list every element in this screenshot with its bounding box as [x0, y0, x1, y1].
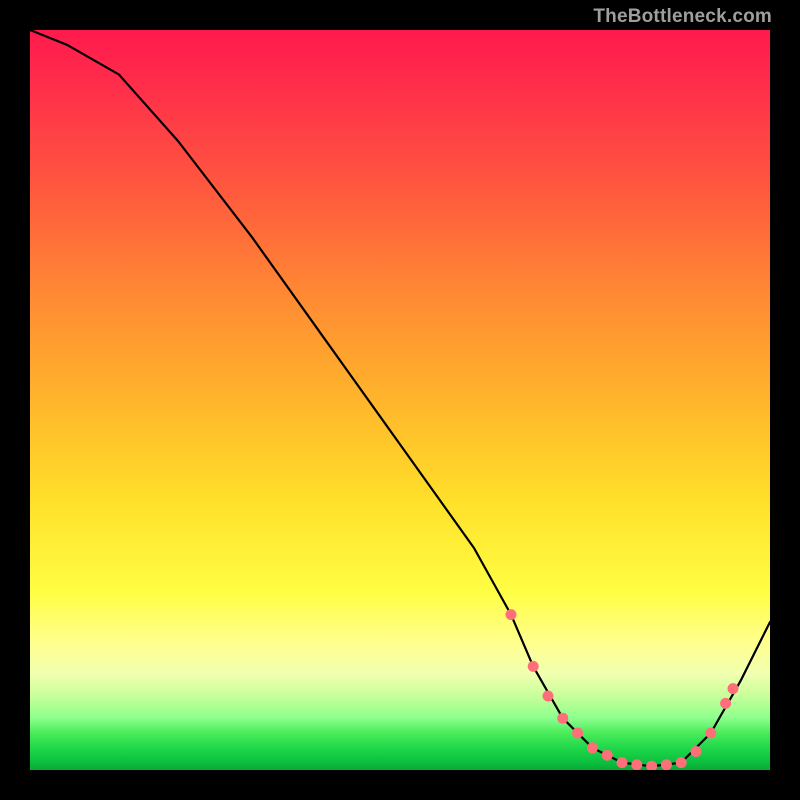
- marker-dot: [602, 750, 613, 761]
- marker-dot: [557, 713, 568, 724]
- highlighted-range-markers: [506, 609, 739, 770]
- marker-dot: [728, 683, 739, 694]
- watermark-label: TheBottleneck.com: [593, 6, 772, 28]
- marker-dot: [587, 742, 598, 753]
- marker-dot: [691, 746, 702, 757]
- marker-dot: [631, 759, 642, 770]
- marker-dot: [543, 691, 554, 702]
- marker-dot: [646, 761, 657, 770]
- marker-dot: [506, 609, 517, 620]
- curve-overlay: [30, 30, 770, 770]
- marker-dot: [661, 759, 672, 770]
- chart-frame: TheBottleneck.com: [0, 0, 800, 800]
- marker-dot: [705, 728, 716, 739]
- marker-dot: [617, 757, 628, 768]
- bottleneck-curve: [30, 30, 770, 766]
- marker-dot: [720, 698, 731, 709]
- marker-dot: [676, 757, 687, 768]
- marker-dot: [572, 728, 583, 739]
- plot-area: [30, 30, 770, 770]
- marker-dot: [528, 661, 539, 672]
